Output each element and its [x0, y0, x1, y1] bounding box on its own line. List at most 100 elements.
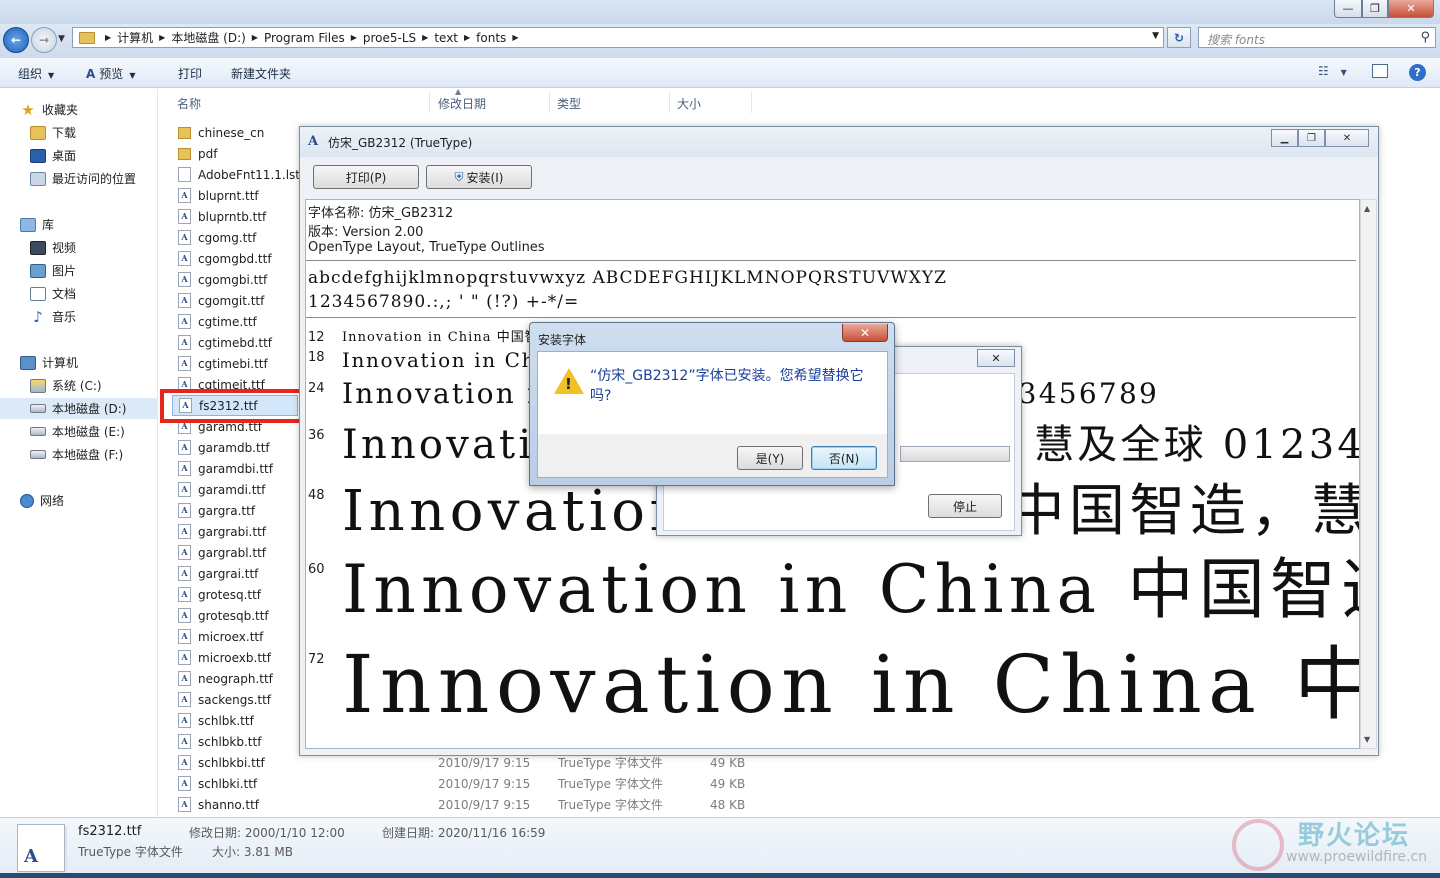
maximize-button[interactable]: ❐	[1362, 0, 1388, 18]
nav-pictures[interactable]: 图片	[0, 260, 158, 281]
chevron-right-icon[interactable]: ▶	[351, 33, 357, 42]
nav-drive-c[interactable]: 系统 (C:)	[0, 375, 158, 396]
new-folder-button[interactable]: 新建文件夹	[231, 65, 291, 82]
nav-computer[interactable]: 计算机	[0, 352, 158, 373]
file-row[interactable]: Aschlbki.ttf	[172, 773, 302, 794]
install-font-dialog-close-button[interactable]: ✕	[842, 324, 888, 342]
column-name[interactable]: 名称	[177, 95, 201, 112]
scroll-up-icon[interactable]: ▲	[1364, 204, 1370, 213]
column-divider[interactable]	[549, 91, 550, 113]
breadcrumb-computer[interactable]: 计算机	[117, 29, 153, 46]
breadcrumb-text[interactable]: text	[434, 31, 458, 45]
column-divider[interactable]	[751, 91, 752, 113]
file-row[interactable]: Acgtime.ttf	[172, 311, 302, 332]
nav-favorites[interactable]: ★ 收藏夹	[0, 99, 158, 120]
file-row[interactable]: Amicroex.ttf	[172, 626, 302, 647]
file-row[interactable]: Aneograph.ttf	[172, 668, 302, 689]
breadcrumb-program-files[interactable]: Program Files	[264, 31, 345, 45]
column-modified[interactable]: 修改日期	[438, 95, 486, 112]
print-font-button[interactable]: 打印(P)	[313, 165, 419, 189]
preview-menu[interactable]: A 预览 ▼	[86, 65, 135, 82]
file-row[interactable]: AdobeFnt11.1.lst	[172, 164, 302, 185]
search-input[interactable]: 搜索 fonts ⚲	[1198, 27, 1436, 48]
print-button[interactable]: 打印	[178, 65, 202, 82]
scroll-down-icon[interactable]: ▼	[1364, 735, 1370, 744]
file-row[interactable]: Agaramdb.ttf	[172, 437, 302, 458]
file-row[interactable]: Aschlbkb.ttf	[172, 731, 302, 752]
file-row[interactable]: Asackengs.ttf	[172, 689, 302, 710]
nav-desktop[interactable]: 桌面	[0, 145, 158, 166]
file-row[interactable]: Agaramdbi.ttf	[172, 458, 302, 479]
no-button[interactable]: 否(N)	[811, 446, 877, 470]
organize-menu[interactable]: 组织 ▼	[18, 65, 54, 82]
file-row[interactable]: Ashanno.ttf	[172, 794, 302, 815]
breadcrumb-proe5-ls[interactable]: proe5-LS	[363, 31, 416, 45]
yes-button[interactable]: 是(Y)	[737, 446, 803, 470]
file-row[interactable]: Acgomgit.ttf	[172, 290, 302, 311]
nav-libraries[interactable]: 库	[0, 214, 158, 235]
column-divider[interactable]	[429, 91, 430, 113]
nav-network[interactable]: 网络	[0, 490, 158, 511]
chevron-right-icon[interactable]: ▶	[422, 33, 428, 42]
back-button[interactable]: ←	[3, 27, 29, 53]
file-row[interactable]: pdf	[172, 143, 302, 164]
file-name: microex.ttf	[198, 629, 264, 644]
nav-drive-d[interactable]: 本地磁盘 (D:)	[0, 398, 158, 419]
file-row[interactable]: Agaramdi.ttf	[172, 479, 302, 500]
nav-music[interactable]: ♪ 音乐	[0, 306, 158, 327]
chevron-right-icon[interactable]: ▶	[159, 33, 165, 42]
font-preview-scrollbar[interactable]: ▲ ▼	[1360, 199, 1377, 749]
nav-label: 本地磁盘 (F:)	[52, 448, 124, 462]
file-row[interactable]: Agrotesqb.ttf	[172, 605, 302, 626]
file-row[interactable]: Acgomgbi.ttf	[172, 269, 302, 290]
chevron-right-icon[interactable]: ▶	[105, 33, 111, 42]
nav-documents[interactable]: 文档	[0, 283, 158, 304]
stop-button[interactable]: 停止	[928, 494, 1002, 518]
file-row[interactable]: Agrotesq.ttf	[172, 584, 302, 605]
history-dropdown-icon[interactable]: ▼	[58, 34, 65, 44]
nav-downloads[interactable]: 下载	[0, 122, 158, 143]
file-row[interactable]: Agargra.ttf	[172, 500, 302, 521]
preview-pane-icon[interactable]	[1372, 64, 1388, 78]
address-dropdown-icon[interactable]: ▼	[1152, 31, 1159, 41]
command-toolbar: 组织 ▼ A 预览 ▼ 打印 新建文件夹 ☷ ▼ ?	[0, 58, 1440, 88]
search-icon[interactable]: ⚲	[1420, 30, 1430, 45]
close-button[interactable]: ✕	[1388, 0, 1434, 18]
minimize-button[interactable]: —	[1334, 0, 1362, 18]
file-row[interactable]: Abluprntb.ttf	[172, 206, 302, 227]
chevron-right-icon[interactable]: ▶	[464, 33, 470, 42]
view-options-button[interactable]: ☷ ▼	[1318, 64, 1347, 78]
forward-button[interactable]: →	[31, 27, 57, 53]
file-row[interactable]: Acgtimebi.ttf	[172, 353, 302, 374]
font-viewer-close-button[interactable]: ✕	[1325, 129, 1369, 147]
refresh-button[interactable]: ↻	[1167, 27, 1191, 48]
breadcrumb-fonts[interactable]: fonts	[476, 31, 506, 45]
install-font-button[interactable]: ⛨ 安装(I)	[426, 165, 532, 189]
nav-recent[interactable]: 最近访问的位置	[0, 168, 158, 189]
file-row[interactable]: Acgomgbd.ttf	[172, 248, 302, 269]
nav-drive-e[interactable]: 本地磁盘 (E:)	[0, 421, 158, 442]
address-bar[interactable]: ▶ 计算机 ▶ 本地磁盘 (D:) ▶ Program Files ▶ proe…	[72, 27, 1164, 48]
font-viewer-restore-button[interactable]: ❐	[1298, 129, 1325, 147]
column-divider[interactable]	[669, 91, 670, 113]
file-row[interactable]: Amicroexb.ttf	[172, 647, 302, 668]
chevron-right-icon[interactable]: ▶	[252, 33, 258, 42]
file-row[interactable]: Acgtimebd.ttf	[172, 332, 302, 353]
file-row[interactable]: Acgomg.ttf	[172, 227, 302, 248]
column-size[interactable]: 大小	[677, 95, 701, 112]
progress-close-button[interactable]: ✕	[977, 349, 1015, 367]
file-row[interactable]: Agargrabi.ttf	[172, 521, 302, 542]
nav-videos[interactable]: 视频	[0, 237, 158, 258]
breadcrumb-drive-d[interactable]: 本地磁盘 (D:)	[171, 29, 245, 46]
file-row[interactable]: Aschlbkbi.ttf	[172, 752, 302, 773]
help-icon[interactable]: ?	[1409, 64, 1426, 81]
chevron-right-icon[interactable]: ▶	[512, 33, 518, 42]
font-viewer-minimize-button[interactable]: ▁	[1271, 129, 1298, 147]
nav-drive-f[interactable]: 本地磁盘 (F:)	[0, 444, 158, 465]
file-row[interactable]: Abluprnt.ttf	[172, 185, 302, 206]
file-row[interactable]: Agargrai.ttf	[172, 563, 302, 584]
file-row[interactable]: Aschlbk.ttf	[172, 710, 302, 731]
file-row[interactable]: chinese_cn	[172, 122, 302, 143]
column-type[interactable]: 类型	[557, 95, 581, 112]
file-row[interactable]: Agargrabl.ttf	[172, 542, 302, 563]
